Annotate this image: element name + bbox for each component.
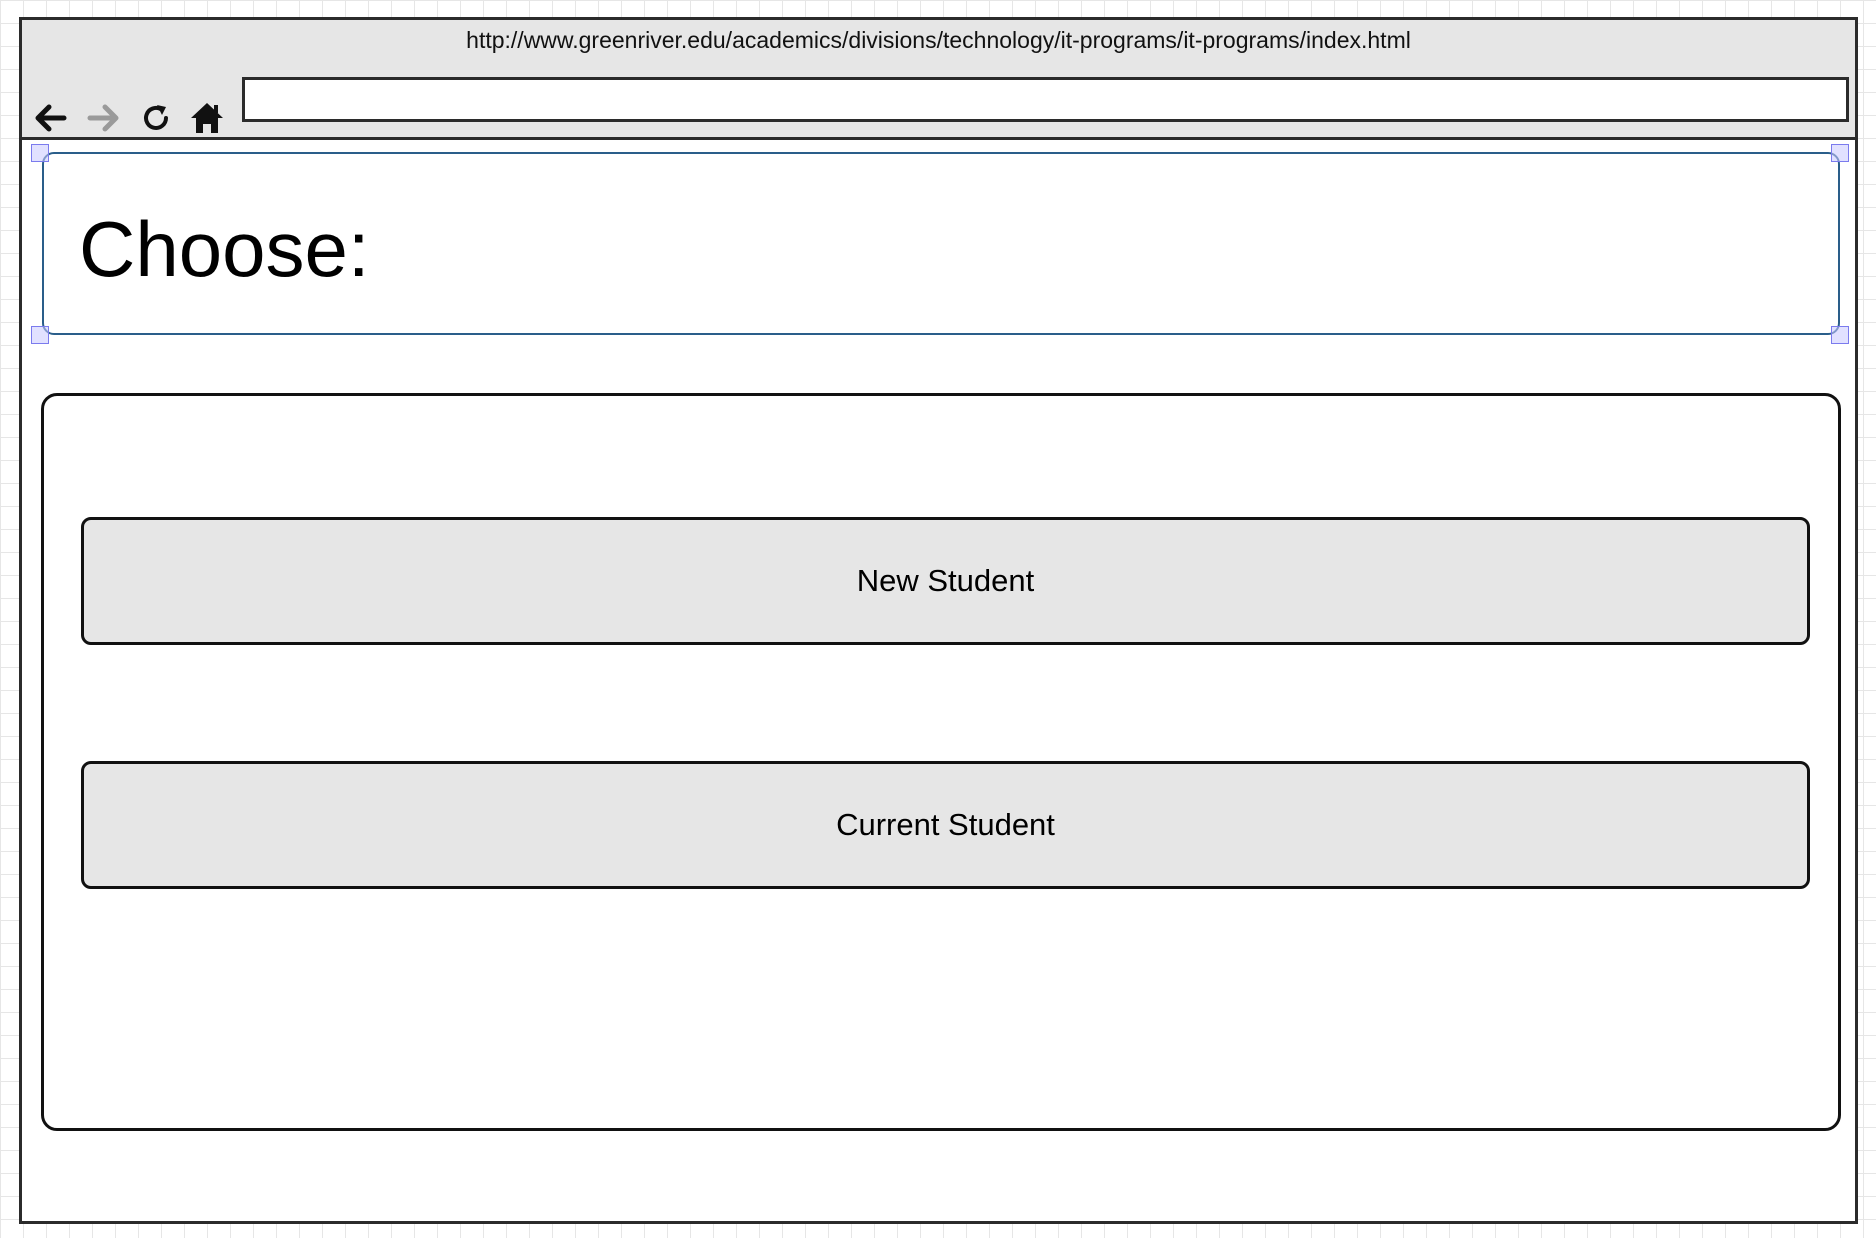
student-choice-panel: New Student Current Student: [41, 393, 1841, 1131]
selection-handle-bottom-right[interactable]: [1831, 326, 1849, 344]
selection-handle-bottom-left[interactable]: [31, 326, 49, 344]
page-title: Choose:: [79, 205, 370, 293]
home-icon[interactable]: [187, 98, 227, 138]
selection-handle-top-left[interactable]: [31, 144, 49, 162]
current-student-button[interactable]: Current Student: [81, 761, 1810, 889]
address-bar-input[interactable]: [242, 77, 1849, 122]
page-url: http://www.greenriver.edu/academics/divi…: [466, 27, 1411, 53]
forward-arrow-icon[interactable]: [84, 98, 124, 138]
browser-window: http://www.greenriver.edu/academics/divi…: [19, 17, 1858, 1224]
new-student-button[interactable]: New Student: [81, 517, 1810, 645]
browser-toolbar: http://www.greenriver.edu/academics/divi…: [22, 20, 1855, 140]
reload-icon[interactable]: [136, 98, 176, 138]
selection-handle-top-right[interactable]: [1831, 144, 1849, 162]
back-arrow-icon[interactable]: [30, 98, 70, 138]
